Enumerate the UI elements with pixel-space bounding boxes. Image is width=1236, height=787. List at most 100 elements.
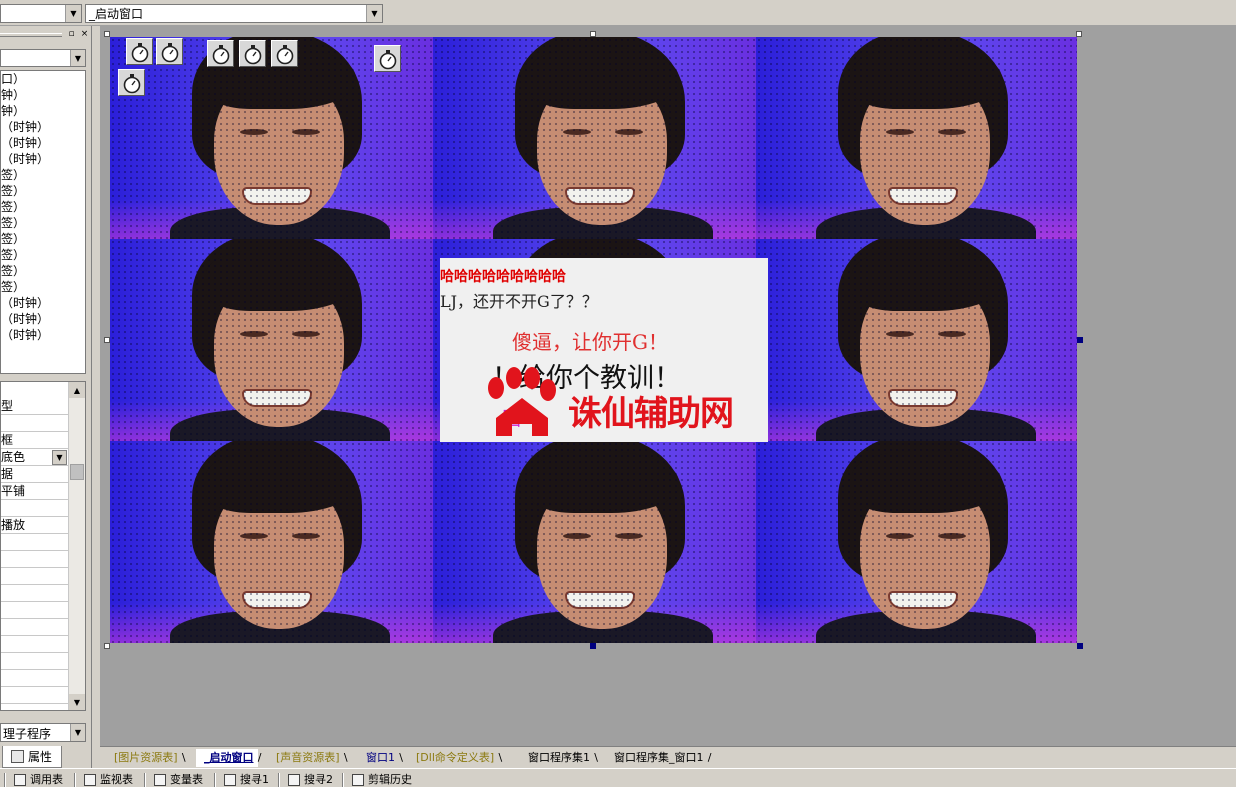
tree-item[interactable]: 签）	[1, 263, 25, 279]
watermark-text: 诛仙辅助网	[568, 394, 734, 434]
property-row[interactable]: 平铺	[1, 483, 69, 500]
component-tree[interactable]: 口） 钟） 钟） （时钟） （时钟） （时钟） 签） 签） 签） 签） 签） 签…	[0, 70, 86, 374]
property-row[interactable]	[1, 619, 69, 636]
property-row[interactable]	[1, 551, 69, 568]
stopwatch-icon	[244, 45, 262, 65]
stopwatch-icon	[212, 45, 230, 65]
resize-handle[interactable]	[1077, 337, 1083, 343]
timer-component[interactable]	[374, 45, 401, 72]
properties-icon	[11, 750, 24, 763]
message-line-3: 傻逼，让你开G！	[512, 330, 668, 354]
close-icon[interactable]: ×	[79, 29, 90, 40]
timer-component[interactable]	[207, 40, 234, 67]
property-row[interactable]	[1, 585, 69, 602]
message-label-box[interactable]: 哈哈哈哈哈哈哈哈哈 LJ，还开不开G了？？ 傻逼，让你开G！ ！给你个教训！ 脑…	[440, 258, 768, 442]
property-row[interactable]	[1, 568, 69, 585]
tree-item[interactable]: （时钟）	[1, 151, 49, 167]
tree-item[interactable]: 签）	[1, 279, 25, 295]
chevron-down-icon[interactable]: ▼	[366, 5, 382, 22]
design-surface[interactable]: 哈哈哈哈哈哈哈哈哈 LJ，还开不开G了？？ 傻逼，让你开G！ ！给你个教训！ 脑…	[100, 26, 1236, 746]
timer-component[interactable]	[156, 38, 183, 65]
tab-sound-resources[interactable]: [声音资源表] \	[268, 749, 348, 767]
scroll-down-icon[interactable]: ▼	[69, 694, 85, 710]
tree-item[interactable]: 签）	[1, 167, 25, 183]
tree-item[interactable]: 签）	[1, 183, 25, 199]
property-row[interactable]	[1, 653, 69, 670]
tab-window-assembly-window1[interactable]: 窗口程序集_窗口1/	[606, 749, 712, 767]
property-row[interactable]	[1, 534, 69, 551]
property-dropdown-button[interactable]: ▼	[52, 450, 67, 465]
tree-item[interactable]: 签）	[1, 231, 25, 247]
property-scrollbar[interactable]: ▲ ▼	[68, 382, 85, 710]
tab-label: [图片资源表]	[114, 751, 178, 764]
tab-search1[interactable]: 搜寻1	[214, 771, 269, 787]
background-photo-tile	[110, 239, 433, 441]
background-photo-tile	[433, 37, 756, 239]
chevron-down-icon[interactable]: ▼	[70, 724, 85, 741]
panel-grip[interactable]	[0, 33, 62, 37]
message-line-2: LJ，还开不开G了？？	[440, 292, 598, 311]
panel-header: ▫ ×	[0, 28, 92, 42]
tab-search2[interactable]: 搜寻2	[278, 771, 333, 787]
tree-item[interactable]: 口）	[1, 71, 25, 87]
tab-window-assembly1[interactable]: 窗口程序集1 \	[520, 749, 598, 767]
property-row[interactable]: 框	[1, 432, 69, 449]
tab-image-resources[interactable]: [图片资源表] \	[106, 749, 186, 767]
startup-window-form[interactable]: 哈哈哈哈哈哈哈哈哈 LJ，还开不开G了？？ 傻逼，让你开G！ ！给你个教训！ 脑…	[110, 37, 1077, 643]
tab-properties[interactable]: 属性	[2, 746, 62, 768]
property-row[interactable]: 据	[1, 466, 69, 483]
tab-label: _启动窗口	[204, 751, 254, 764]
property-row[interactable]	[1, 687, 69, 704]
property-row[interactable]	[1, 500, 69, 517]
property-row[interactable]	[1, 636, 69, 653]
tab-properties-label: 属性	[28, 750, 53, 764]
tree-item[interactable]: 签）	[1, 247, 25, 263]
tab-label: [声音资源表]	[276, 751, 340, 764]
tree-item[interactable]: 签）	[1, 215, 25, 231]
watermark: 诛仙辅助网	[482, 366, 768, 442]
resize-handle[interactable]	[590, 643, 596, 649]
resize-handle[interactable]	[104, 643, 110, 649]
scroll-thumb[interactable]	[70, 464, 84, 480]
tree-item[interactable]: （时钟）	[1, 119, 49, 135]
restore-icon[interactable]: ▫	[66, 29, 77, 40]
tree-item[interactable]: （时钟）	[1, 295, 49, 311]
variable-icon	[154, 773, 166, 786]
timer-component[interactable]	[271, 40, 298, 67]
message-line-1: 哈哈哈哈哈哈哈哈哈	[440, 269, 566, 285]
tab-window1[interactable]: 窗口1 \	[358, 749, 403, 767]
property-row[interactable]: 播放	[1, 517, 69, 534]
property-row[interactable]	[1, 415, 69, 432]
tree-item[interactable]: 签）	[1, 199, 25, 215]
tree-item[interactable]: （时钟）	[1, 327, 49, 343]
tree-item[interactable]: （时钟）	[1, 311, 49, 327]
timer-component[interactable]	[239, 40, 266, 67]
tab-label: 调用表	[30, 773, 63, 786]
paw-logo-icon	[488, 367, 556, 436]
tab-startup-window[interactable]: _启动窗口 /	[196, 749, 262, 767]
tab-variable-table[interactable]: 变量表	[144, 771, 203, 787]
property-row[interactable]	[1, 602, 69, 619]
tree-item[interactable]: 钟）	[1, 103, 25, 119]
timer-component[interactable]	[118, 69, 145, 96]
tab-dll-commands[interactable]: [Dll命令定义表] \	[408, 749, 502, 767]
tree-item[interactable]: 钟）	[1, 87, 25, 103]
background-photo-tile	[756, 239, 1077, 441]
tree-item[interactable]: （时钟）	[1, 135, 49, 151]
chevron-down-icon[interactable]: ▼	[70, 50, 85, 66]
window-combo[interactable]: _启动窗口 ▼	[85, 4, 383, 23]
property-row[interactable]: 型	[1, 398, 69, 415]
resize-handle[interactable]	[1077, 643, 1083, 649]
tab-call-table[interactable]: 调用表	[4, 771, 63, 787]
tab-watch-table[interactable]: 监视表	[74, 771, 133, 787]
object-combo[interactable]: ▼	[0, 4, 82, 23]
property-row[interactable]	[1, 670, 69, 687]
tree-combo[interactable]: ▼	[0, 49, 86, 67]
timer-component[interactable]	[126, 38, 153, 65]
tab-label: 窗口1	[366, 751, 395, 764]
chevron-down-icon[interactable]: ▼	[65, 5, 81, 22]
property-grid[interactable]: 型 框 底色 据 平铺 播放 ▼ ▲ ▼	[0, 381, 86, 711]
scroll-up-icon[interactable]: ▲	[69, 382, 85, 398]
tab-clipboard-history[interactable]: 剪辑历史	[342, 771, 412, 787]
subprogram-combo[interactable]: 理子程序 ▼	[0, 723, 86, 742]
